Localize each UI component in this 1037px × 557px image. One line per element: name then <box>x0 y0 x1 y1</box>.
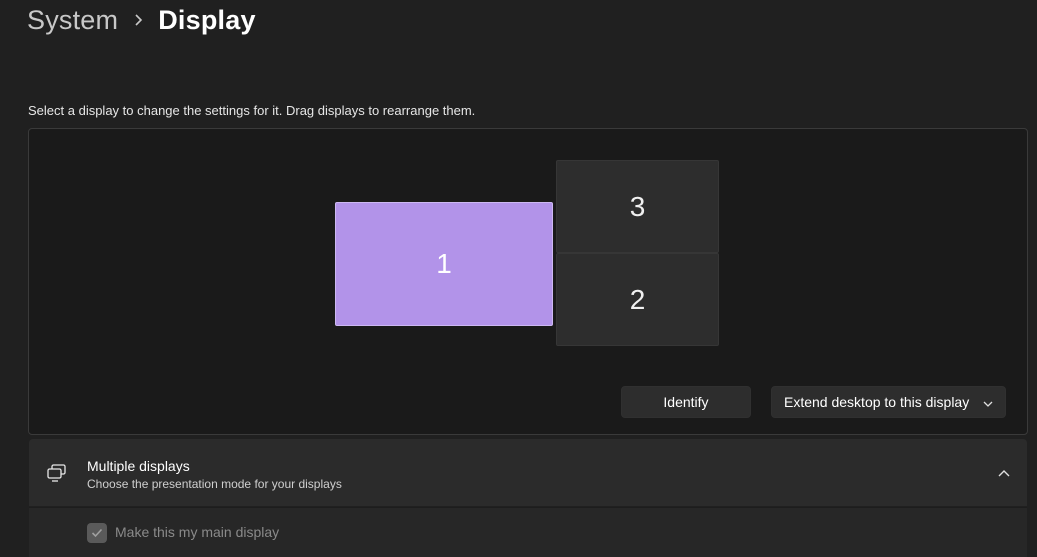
monitor-1[interactable]: 1 <box>335 202 553 326</box>
display-settings-page: System Display Select a display to chang… <box>0 0 1037 557</box>
chevron-up-icon[interactable] <box>997 466 1011 477</box>
main-display-checkbox[interactable] <box>87 523 107 543</box>
checkmark-icon <box>91 528 103 538</box>
monitor-number: 1 <box>436 248 452 279</box>
multiple-displays-icon <box>46 463 68 483</box>
display-arrangement-panel: 1 3 2 Identify Extend desktop to this di… <box>28 128 1028 435</box>
monitor-3[interactable]: 3 <box>556 160 719 253</box>
page-title: Display <box>158 4 256 35</box>
monitor-number: 2 <box>629 283 646 315</box>
monitor-number: 3 <box>629 190 646 222</box>
monitor-2[interactable]: 2 <box>556 253 719 346</box>
display-mode-value: Extend desktop to this display <box>784 394 970 410</box>
multiple-displays-body: Make this my main display <box>29 507 1027 557</box>
identify-button[interactable]: Identify <box>621 386 751 418</box>
multiple-displays-title: Multiple displays <box>87 458 190 474</box>
breadcrumb-system[interactable]: System <box>27 5 118 36</box>
arrange-instruction: Select a display to change the settings … <box>28 103 476 118</box>
multiple-displays-subtitle: Choose the presentation mode for your di… <box>87 477 342 491</box>
breadcrumb: System Display <box>27 2 256 38</box>
identify-label: Identify <box>663 394 709 410</box>
chevron-right-icon <box>118 13 158 27</box>
display-mode-dropdown[interactable]: Extend desktop to this display <box>771 386 1006 418</box>
multiple-displays-header[interactable]: Multiple displays Choose the presentatio… <box>29 439 1027 506</box>
main-display-label: Make this my main display <box>115 524 280 540</box>
chevron-down-icon <box>983 394 993 410</box>
